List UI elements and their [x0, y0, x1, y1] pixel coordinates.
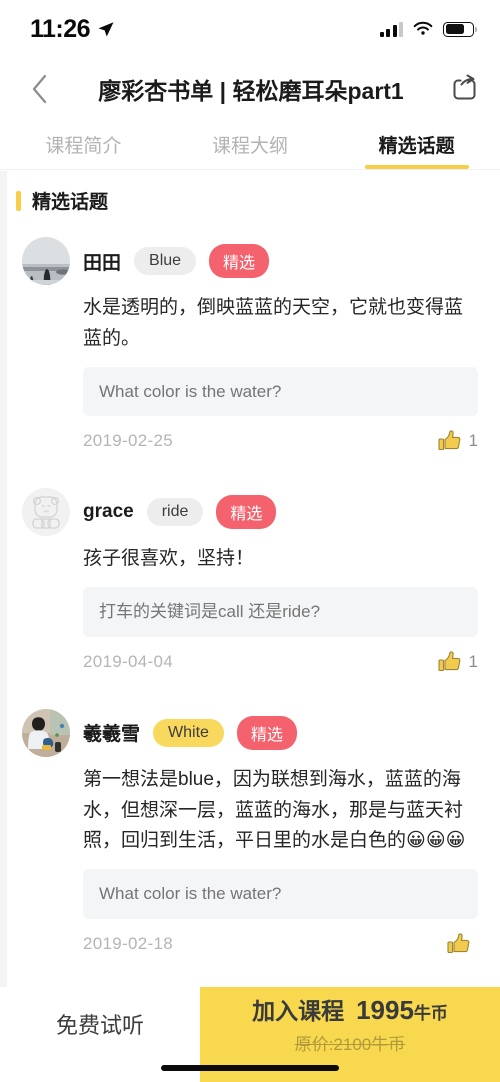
comment-item[interactable]: 羲羲雪 White 精选 第一想法是blue，因为联想到海水，蓝蓝的海水，但想深…: [0, 699, 500, 957]
course-price: 1995: [356, 995, 414, 1025]
price-unit: 牛币: [413, 1004, 448, 1023]
comment-header: 羲羲雪 White 精选: [22, 708, 478, 757]
like-count: 1: [468, 431, 478, 451]
share-icon: [453, 74, 476, 100]
comment-author-name: grace: [83, 501, 134, 523]
cellular-signal-icon: [379, 21, 403, 37]
thumbs-up-icon: [447, 933, 470, 954]
left-edge-strip: [0, 171, 7, 987]
comment-author-name: 羲羲雪: [83, 724, 141, 746]
comment-question-box: What color is the water?: [83, 869, 478, 919]
wifi-icon: [413, 21, 433, 35]
photo-child-avatar[interactable]: [22, 708, 70, 757]
tab-bar: 课程简介 课程大纲 精选话题: [0, 120, 500, 170]
comment-footer: 2019-02-18: [83, 931, 478, 957]
comment-spacer: [0, 957, 500, 981]
tab-label: 课程大纲: [212, 136, 289, 157]
original-price: 原价:2100牛币: [294, 1035, 406, 1054]
avatar-image: [22, 708, 70, 757]
comment-body-emoji: 😀😀😀: [406, 830, 466, 852]
phone-screen: 11:26 廖彩杏书单 | 轻松磨耳朵part1 课程简介 课程大纲 精选话题 …: [0, 0, 500, 1082]
comment-question-box: What color is the water?: [83, 366, 478, 417]
free-trial-label: 免费试听: [55, 1012, 144, 1038]
comment-author-name: 田田: [83, 252, 122, 274]
cartoon-bear-avatar[interactable]: [22, 488, 70, 537]
battery-icon: [443, 21, 477, 37]
status-time: 11:26: [30, 14, 91, 43]
comment-body: 第一想法是blue，因为联想到海水，蓝蓝的海水，但想深一层，蓝蓝的海水，那是与蓝…: [83, 757, 478, 857]
status-bar: 11:26: [0, 0, 500, 58]
back-button[interactable]: [22, 72, 56, 106]
comment-footer: 2019-02-25 1: [83, 428, 478, 454]
join-course-label: 加入课程: [252, 998, 345, 1024]
price-group: 1995牛币: [356, 995, 448, 1026]
photo-landscape-avatar[interactable]: [22, 237, 70, 285]
comment-date: 2019-02-18: [83, 933, 173, 953]
content-scroll-area[interactable]: 精选话题 田田 Blue 精选 水是透明的，倒映蓝蓝的天空，它就也变得蓝蓝的。 …: [0, 171, 500, 987]
like-count: 1: [468, 651, 478, 671]
comment-tag: ride: [146, 498, 204, 527]
section-header: 精选话题: [0, 171, 500, 227]
comment-item[interactable]: grace ride 精选 孩子很喜欢，坚持！ 打车的关键词是call 还是ri…: [0, 478, 500, 675]
comment-tag: Blue: [134, 247, 197, 275]
avatar-image: [22, 488, 70, 537]
active-tab-underline: [364, 165, 469, 169]
comment-header: grace ride 精选: [22, 488, 478, 537]
comment-body: 孩子很喜欢，坚持！: [83, 548, 255, 570]
home-indicator: [161, 1065, 339, 1071]
like-button[interactable]: 1: [437, 649, 478, 675]
nav-bar: 廖彩杏书单 | 轻松磨耳朵part1: [0, 58, 500, 120]
comment-question-box: 打车的关键词是call 还是ride?: [83, 587, 478, 637]
comment-date: 2019-04-04: [83, 651, 173, 671]
comment-tag: White: [153, 718, 224, 747]
comment-item[interactable]: 田田 Blue 精选 水是透明的，倒映蓝蓝的天空，它就也变得蓝蓝的。 What …: [0, 227, 500, 454]
comment-spacer: [0, 675, 500, 699]
tab-course-outline[interactable]: 课程大纲: [167, 120, 334, 169]
comment-header: 田田 Blue 精选: [22, 237, 478, 285]
comment-spacer: [0, 454, 500, 478]
section-title: 精选话题: [32, 192, 109, 213]
join-course-main-row: 加入课程 1995牛币: [252, 992, 448, 1026]
status-indicators: [379, 21, 477, 37]
share-button[interactable]: [446, 71, 482, 107]
location-arrow-icon: [98, 22, 114, 37]
tab-course-intro[interactable]: 课程简介: [0, 120, 167, 169]
tab-label: 课程简介: [45, 136, 122, 157]
featured-badge: 精选: [209, 244, 270, 278]
chevron-left-icon: [32, 74, 46, 104]
page-title: 廖彩杏书单 | 轻松磨耳朵part1: [98, 78, 404, 104]
thumbs-up-icon: [437, 651, 460, 671]
section-accent-bar: [16, 190, 21, 211]
featured-badge: 精选: [216, 495, 277, 530]
comment-footer: 2019-04-04 1: [83, 649, 478, 675]
thumbs-up-icon: [437, 430, 460, 451]
avatar-image: [22, 237, 70, 285]
like-button[interactable]: 1: [437, 428, 478, 454]
comment-date: 2019-02-25: [83, 431, 173, 451]
like-button[interactable]: [446, 931, 478, 957]
status-time-group: 11:26: [30, 15, 115, 44]
comment-body: 水是透明的，倒映蓝蓝的天空，它就也变得蓝蓝的。: [83, 297, 464, 349]
tab-featured-topics[interactable]: 精选话题: [333, 120, 500, 169]
featured-badge: 精选: [236, 715, 297, 750]
tab-label: 精选话题: [378, 136, 455, 157]
